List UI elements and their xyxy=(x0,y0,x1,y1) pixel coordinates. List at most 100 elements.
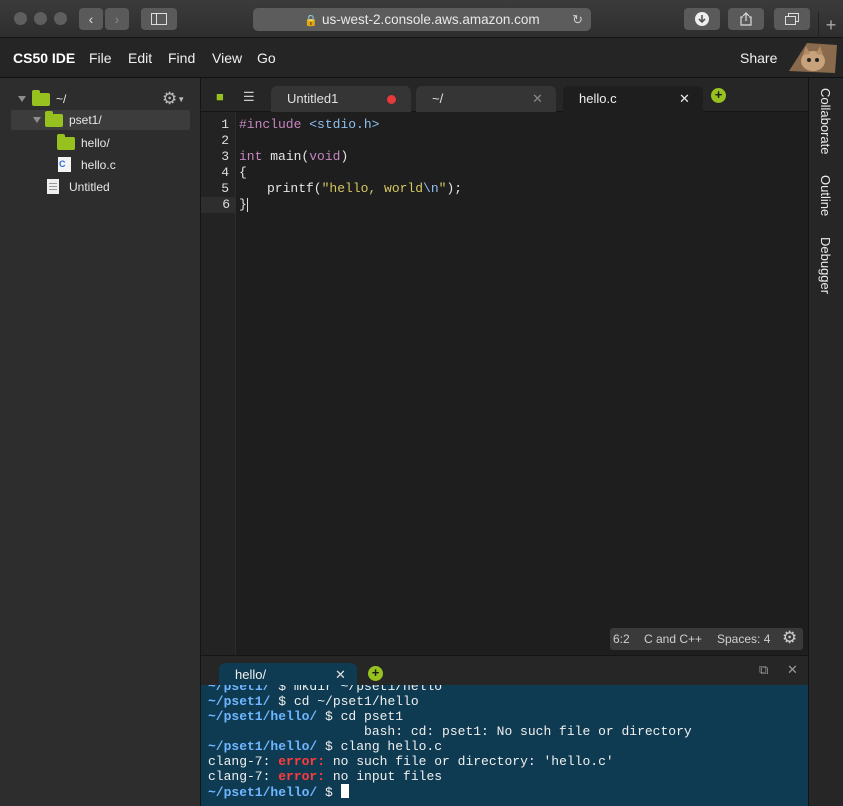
code-token: \n xyxy=(423,181,439,196)
code-line-4: { xyxy=(239,165,247,180)
terminal-tab[interactable]: hello/ ✕ xyxy=(219,663,357,686)
terminal-text: $ clang hello.c xyxy=(317,739,443,754)
tab-untitled1[interactable]: Untitled1 xyxy=(271,86,411,112)
share-button[interactable]: Share xyxy=(740,50,777,66)
tab-overview-button[interactable] xyxy=(774,8,810,30)
code-editor[interactable]: #include <stdio.h> int main(void) { prin… xyxy=(236,112,808,655)
code-token: <stdio.h> xyxy=(309,117,380,132)
code-line-5: printf("hello, world\n"); xyxy=(267,181,462,196)
close-panel-icon[interactable]: ✕ xyxy=(787,662,798,678)
terminal-text: $ cd ~/pset1/hello xyxy=(270,694,419,709)
gear-icon[interactable]: ⚙▼ xyxy=(162,89,185,109)
line-number: 3 xyxy=(221,149,229,164)
language-mode[interactable]: C and C++ xyxy=(644,632,702,646)
avatar[interactable] xyxy=(787,41,839,75)
tab-label: Untitled1 xyxy=(287,91,339,106)
close-icon[interactable]: ✕ xyxy=(679,86,690,112)
indent-setting[interactable]: Spaces: 4 xyxy=(717,632,770,646)
folder-icon xyxy=(57,134,75,150)
add-terminal-button[interactable]: + xyxy=(368,666,383,681)
add-tab-button[interactable]: + xyxy=(711,88,726,103)
menu-go[interactable]: Go xyxy=(257,50,276,66)
tab-hello-c[interactable]: hello.c ✕ xyxy=(563,86,703,112)
terminal-line: clang-7: error: no input files xyxy=(208,769,442,784)
tree-item-label: Untitled xyxy=(69,180,110,194)
terminal-output[interactable]: ~/pset1/ $ mkdir ~/pset1/hello ~/pset1/ … xyxy=(201,685,808,806)
settings-gear-icon[interactable]: ⚙ xyxy=(782,628,797,648)
terminal-prompt: ~/pset1/ xyxy=(208,685,271,694)
menu-file[interactable]: File xyxy=(89,50,112,66)
line-number-gutter: 1 2 3 4 5 xyxy=(201,112,236,655)
folder-icon[interactable]: ■ xyxy=(216,89,224,104)
document-icon xyxy=(47,179,59,194)
text-cursor xyxy=(246,197,248,212)
cursor-position[interactable]: 6:2 xyxy=(613,632,630,646)
code-line-3: int main(void) xyxy=(239,149,348,164)
code-token: "hello, world xyxy=(321,181,424,196)
unsaved-dot-icon xyxy=(387,95,396,104)
restore-panel-icon[interactable]: ⧉ xyxy=(759,662,768,678)
folder-icon xyxy=(45,111,63,127)
terminal-text: clang-7: xyxy=(208,754,279,769)
download-icon xyxy=(695,12,709,26)
c-file-icon xyxy=(58,157,71,172)
terminal-line: clang-7: error: no such file or director… xyxy=(208,754,614,769)
address-bar[interactable]: 🔒 us-west-2.console.aws.amazon.com ↻ xyxy=(253,8,591,31)
terminal-tab-bar: hello/ ✕ + ⧉ ✕ xyxy=(201,655,808,686)
caret-down-icon[interactable] xyxy=(33,117,41,123)
editor-tab-bar: ■ ☰ Untitled1 ~/ ✕ hello.c ✕ + xyxy=(201,78,808,112)
line-number: 6 xyxy=(222,197,230,212)
new-tab-button[interactable]: + xyxy=(818,12,843,38)
terminal-error: error: xyxy=(278,769,326,784)
line-number: 5 xyxy=(221,181,229,196)
minimize-window-button[interactable] xyxy=(34,12,47,25)
terminal-line: ~/pset1/ $ cd ~/pset1/hello xyxy=(208,694,419,709)
sidebar-toggle-button[interactable] xyxy=(141,8,177,30)
code-token: main( xyxy=(270,149,310,164)
terminal-prompt: ~/pset1/hello/ xyxy=(208,785,318,800)
caret-down-icon[interactable] xyxy=(18,96,26,102)
tab-home[interactable]: ~/ ✕ xyxy=(416,86,556,112)
code-token: printf( xyxy=(267,181,322,196)
tree-item-label: ~/ xyxy=(56,92,67,106)
reload-icon[interactable]: ↻ xyxy=(572,8,583,31)
terminal-line: ~/pset1/hello/ $ cd pset1 xyxy=(208,709,403,724)
list-icon[interactable]: ☰ xyxy=(243,89,255,105)
terminal-prompt: ~/pset1/hello/ xyxy=(208,739,318,754)
tree-item-pset1[interactable]: pset1/ xyxy=(11,110,190,130)
terminal-line: bash: cd: pset1: No such file or directo… xyxy=(208,724,692,739)
zoom-window-button[interactable] xyxy=(54,12,67,25)
line-number: 1 xyxy=(221,117,229,132)
tabs-icon xyxy=(785,13,799,25)
tree-item-untitled[interactable]: Untitled xyxy=(11,177,190,197)
terminal-cursor xyxy=(340,784,349,798)
tree-item-hello-folder[interactable]: hello/ xyxy=(11,133,190,153)
tree-item-hello-c[interactable]: hello.c xyxy=(11,155,190,175)
downloads-button[interactable] xyxy=(684,8,720,30)
file-tree-panel: ~/ ⚙▼ pset1/ hello/ hello.c Untitled xyxy=(0,78,201,806)
menu-view[interactable]: View xyxy=(212,50,242,66)
terminal-text: $ mkdir ~/pset1/hello xyxy=(270,685,443,694)
close-icon[interactable]: ✕ xyxy=(335,663,346,686)
url-text: us-west-2.console.aws.amazon.com xyxy=(322,12,540,27)
tab-collaborate[interactable]: Collaborate xyxy=(818,88,833,155)
lock-icon: 🔒 xyxy=(304,15,319,27)
menu-find[interactable]: Find xyxy=(168,50,195,66)
back-button[interactable]: ‹ xyxy=(79,8,103,30)
line-number: 2 xyxy=(221,133,229,148)
terminal-text: no such file or directory: 'hello.c' xyxy=(325,754,614,769)
tab-outline[interactable]: Outline xyxy=(818,175,833,216)
forward-button[interactable]: › xyxy=(105,8,129,30)
tab-label: ~/ xyxy=(432,91,444,106)
tree-item-root[interactable]: ~/ xyxy=(14,89,154,109)
chevron-left-icon: ‹ xyxy=(88,11,94,27)
code-token: void xyxy=(309,149,341,164)
share-sheet-button[interactable] xyxy=(728,8,764,30)
close-window-button[interactable] xyxy=(14,12,27,25)
menu-edit[interactable]: Edit xyxy=(128,50,152,66)
line-number: 4 xyxy=(221,165,229,180)
close-icon[interactable]: ✕ xyxy=(532,86,543,112)
tab-debugger[interactable]: Debugger xyxy=(818,237,833,294)
terminal-text: no input files xyxy=(325,769,443,784)
sidebar-icon xyxy=(151,13,167,25)
